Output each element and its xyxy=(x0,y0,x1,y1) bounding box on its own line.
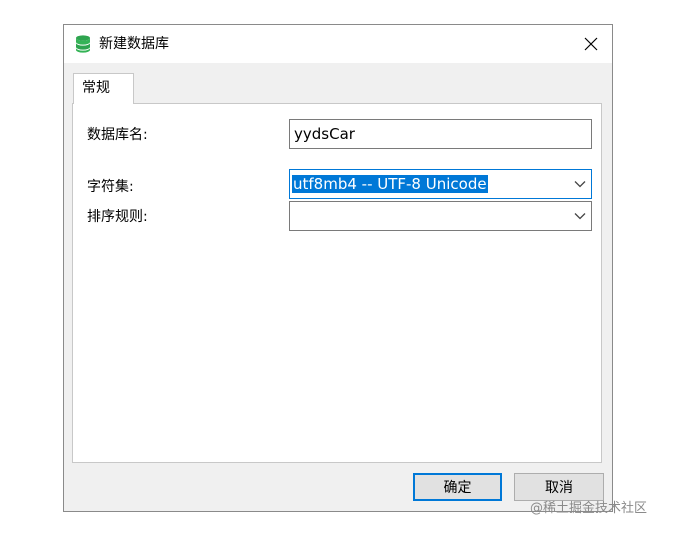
cancel-button[interactable]: 取消 xyxy=(514,473,604,501)
ok-button[interactable]: 确定 xyxy=(413,473,502,501)
charset-label: 字符集: xyxy=(87,179,134,195)
db-name-label: 数据库名: xyxy=(87,127,148,143)
general-panel: 数据库名: 字符集: utf8mb4 -- UTF-8 Unicode 排序规则… xyxy=(72,103,602,463)
charset-select[interactable]: utf8mb4 -- UTF-8 Unicode xyxy=(289,169,592,199)
charset-value: utf8mb4 -- UTF-8 Unicode xyxy=(292,175,488,193)
title-bar: 新建数据库 xyxy=(64,25,612,63)
chevron-down-icon[interactable] xyxy=(574,211,586,221)
collation-label: 排序规则: xyxy=(87,209,148,225)
watermark: @稀土掘金技术社区 xyxy=(530,501,648,516)
collation-select[interactable] xyxy=(289,201,592,231)
new-database-dialog: 新建数据库 常规 数据库名: 字符集: utf8mb4 -- UTF-8 Uni… xyxy=(63,24,613,512)
database-icon xyxy=(75,35,91,53)
close-button[interactable] xyxy=(578,32,604,56)
db-name-input[interactable] xyxy=(289,119,592,149)
close-icon[interactable] xyxy=(584,37,598,51)
tab-general[interactable]: 常规 xyxy=(73,73,134,104)
chevron-down-icon[interactable] xyxy=(574,179,586,189)
window-title: 新建数据库 xyxy=(99,36,169,52)
